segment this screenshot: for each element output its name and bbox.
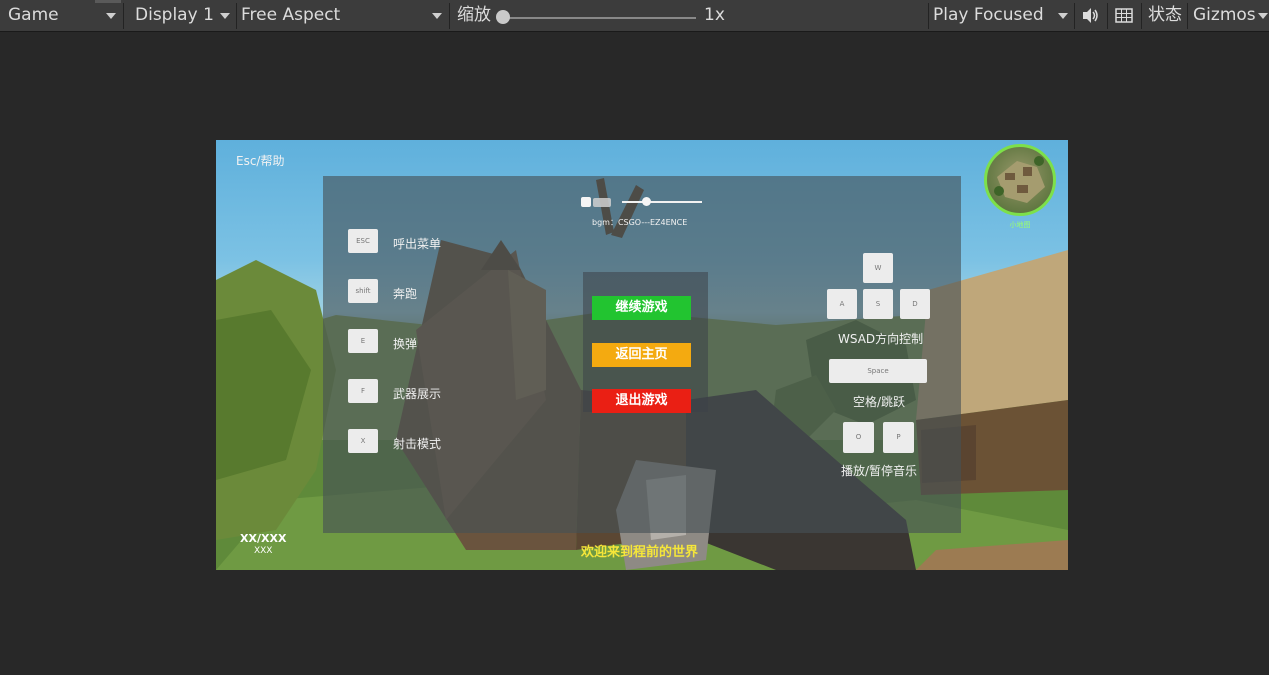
welcome-message: 欢迎来到程前的世界	[581, 545, 699, 560]
game-view-toolbar: Game Display 1 Free Aspect 缩放 1x Play Fo…	[0, 0, 1269, 32]
return-home-button[interactable]: 返回主页	[592, 343, 691, 367]
f-key: F	[348, 379, 378, 403]
music-control-label: 播放/暂停音乐	[841, 464, 918, 478]
help-hint: Esc/帮助	[236, 154, 285, 168]
shift-key-label: 奔跑	[393, 287, 418, 301]
esc-key: ESC	[348, 229, 378, 253]
display-dropdown-chevron-icon[interactable]	[220, 13, 230, 19]
toolbar-divider	[928, 3, 929, 29]
scale-label: 缩放	[457, 5, 491, 25]
toolbar-divider	[1074, 3, 1075, 29]
play-mode-dropdown[interactable]: Play Focused	[933, 0, 1044, 31]
e-key-label: 换弹	[393, 337, 418, 351]
toolbar-divider	[1107, 3, 1108, 29]
ammo-reserve: XXX	[253, 546, 273, 556]
x-key-label: 射击模式	[393, 437, 442, 451]
aspect-dropdown-chevron-icon[interactable]	[432, 13, 442, 19]
play-mode-chevron-icon[interactable]	[1058, 13, 1068, 19]
scale-slider-track[interactable]	[500, 17, 696, 19]
speaker-icon[interactable]	[1080, 0, 1102, 31]
toolbar-divider	[1141, 3, 1142, 29]
aspect-dropdown[interactable]: Free Aspect	[241, 0, 340, 31]
w-key: W	[863, 253, 893, 283]
space-label: 空格/跳跃	[853, 395, 906, 409]
grid-icon[interactable]	[1114, 0, 1136, 31]
display-dropdown[interactable]: Display 1	[135, 0, 214, 31]
wsad-label: WSAD方向控制	[838, 332, 924, 346]
view-dropdown-chevron-icon[interactable]	[106, 13, 116, 19]
x-key: X	[348, 429, 378, 453]
esc-key-label: 呼出菜单	[393, 237, 442, 251]
game-viewport[interactable]: Esc/帮助 小地图 ESC 呼出菜单 shift 奔跑 E 换弹 F 武器展示…	[216, 140, 1068, 570]
scale-value: 1x	[704, 5, 725, 25]
scale-slider-handle[interactable]	[496, 10, 510, 24]
shift-key: shift	[348, 279, 378, 303]
bgm-track-name: bgm：CSGO---EZ4ENCE	[592, 218, 688, 227]
minimap	[984, 144, 1056, 216]
ammo-counter: XX/XXX XXX	[240, 533, 286, 557]
space-key: Space	[829, 359, 927, 383]
o-key: O	[843, 422, 874, 453]
gizmos-chevron-icon[interactable]	[1258, 13, 1268, 19]
volume-slider-track[interactable]	[622, 201, 702, 203]
ammo-count: XX/XXX	[240, 532, 287, 545]
minimap-label: 小地图	[1009, 221, 1031, 229]
toolbar-divider	[1187, 3, 1188, 29]
e-key: E	[348, 329, 378, 353]
toolbar-divider	[449, 3, 450, 29]
toolbar-divider	[236, 3, 237, 29]
volume-slider-handle[interactable]	[642, 197, 651, 206]
d-key: D	[900, 289, 930, 319]
p-key: P	[883, 422, 914, 453]
continue-game-button[interactable]: 继续游戏	[592, 296, 691, 320]
stats-button[interactable]: 状态	[1148, 0, 1182, 31]
quit-game-button[interactable]: 退出游戏	[592, 389, 691, 413]
tab-indicator	[95, 0, 121, 3]
view-dropdown[interactable]: Game	[8, 0, 59, 31]
music-toggle-checkbox[interactable]	[581, 197, 591, 207]
toolbar-divider	[123, 3, 124, 29]
s-key: S	[863, 289, 893, 319]
a-key: A	[827, 289, 857, 319]
f-key-label: 武器展示	[393, 387, 442, 401]
gizmos-button[interactable]: Gizmos	[1193, 0, 1256, 31]
music-icon	[593, 198, 611, 207]
